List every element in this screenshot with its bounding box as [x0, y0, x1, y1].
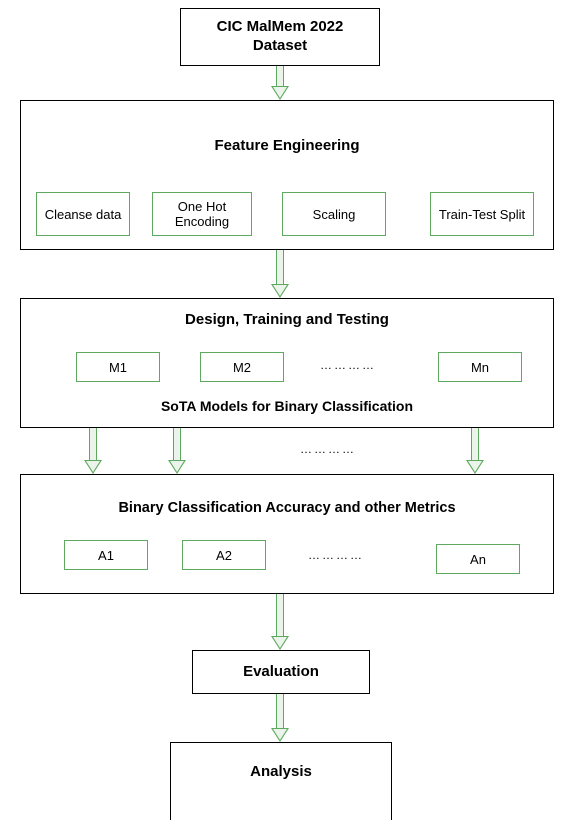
fe-step-label: Scaling [313, 207, 356, 222]
arrow-design-to-metrics-3 [468, 428, 482, 474]
fe-title: Feature Engineering [21, 137, 553, 156]
dataset-box: CIC MalMem 2022 Dataset [180, 8, 380, 66]
metric-label: An [470, 552, 486, 567]
model-label: Mn [471, 360, 489, 375]
models-ellipsis: ………… [320, 358, 376, 372]
metrics-title: Binary Classification Accuracy and other… [21, 499, 553, 517]
arrows-ellipsis: ………… [300, 442, 356, 456]
fe-step-label: Cleanse data [45, 207, 122, 222]
dataset-title-line1: CIC MalMem 2022 [217, 18, 344, 35]
evaluation-box: Evaluation [192, 650, 370, 694]
arrow-eval-to-analysis [273, 694, 287, 742]
dataset-title: CIC MalMem 2022 Dataset [217, 18, 344, 56]
model-mn: Mn [438, 352, 522, 382]
metric-an: An [436, 544, 520, 574]
analysis-label: Analysis [250, 763, 312, 782]
design-subtitle: SoTA Models for Binary Classification [21, 398, 553, 416]
fe-step-cleanse: Cleanse data [36, 192, 130, 236]
model-m2: M2 [200, 352, 284, 382]
fe-step-onehot: One Hot Encoding [152, 192, 252, 236]
evaluation-label: Evaluation [243, 663, 319, 682]
fe-step-label: Train-Test Split [439, 207, 525, 222]
model-label: M1 [109, 360, 127, 375]
dataset-title-line2: Dataset [253, 37, 307, 54]
arrow-fe-to-design [273, 250, 287, 298]
metric-a1: A1 [64, 540, 148, 570]
model-m1: M1 [76, 352, 160, 382]
arrow-design-to-metrics-2 [170, 428, 184, 474]
fe-step-split: Train-Test Split [430, 192, 534, 236]
arrow-dataset-to-fe [273, 66, 287, 100]
arrow-metrics-to-eval [273, 594, 287, 650]
fe-step-scaling: Scaling [282, 192, 386, 236]
metric-label: A1 [98, 548, 114, 563]
metrics-ellipsis: ………… [308, 548, 364, 562]
metrics-box: Binary Classification Accuracy and other… [20, 474, 554, 594]
metric-label: A2 [216, 548, 232, 563]
arrow-design-to-metrics-1 [86, 428, 100, 474]
model-label: M2 [233, 360, 251, 375]
fe-step-label: One Hot Encoding [153, 199, 251, 229]
metric-a2: A2 [182, 540, 266, 570]
design-title: Design, Training and Testing [21, 311, 553, 330]
analysis-box: Analysis [170, 742, 392, 820]
